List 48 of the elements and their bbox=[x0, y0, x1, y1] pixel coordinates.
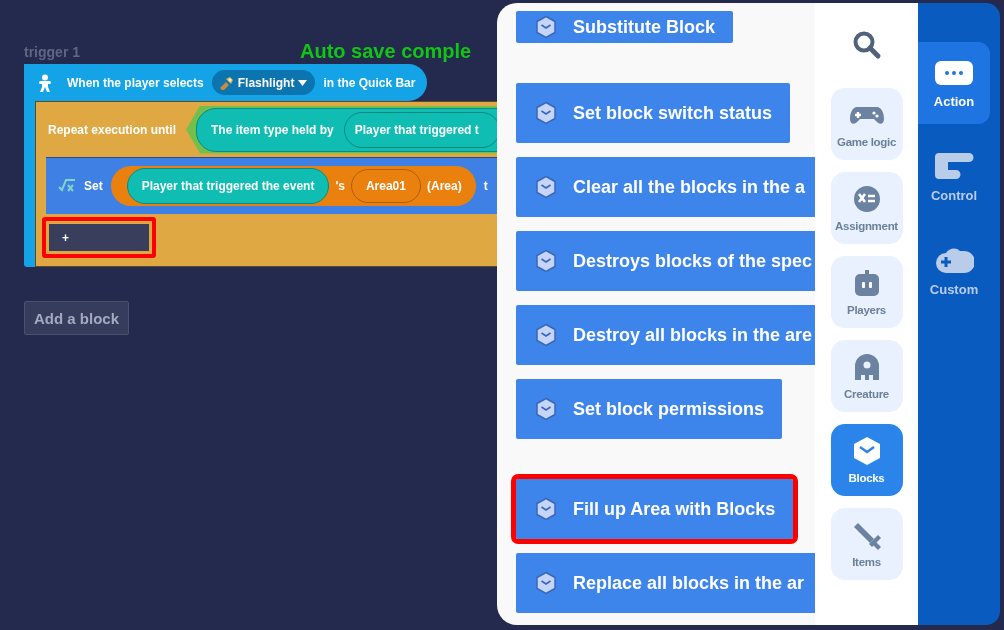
add-slot-button[interactable]: + bbox=[49, 224, 149, 251]
cube-icon bbox=[535, 175, 557, 199]
cube-icon bbox=[535, 249, 557, 273]
block-item[interactable]: Substitute Block bbox=[516, 11, 733, 43]
bracket-icon bbox=[934, 151, 974, 182]
person-icon bbox=[37, 73, 53, 92]
cube-icon bbox=[535, 571, 557, 595]
category-tab[interactable]: Creature bbox=[830, 340, 903, 412]
player-pill[interactable]: Player that triggered the event bbox=[126, 168, 330, 204]
block-item[interactable]: Clear all the blocks in the a bbox=[516, 157, 815, 217]
category-tab[interactable]: Items bbox=[830, 508, 903, 580]
condition-text: The item type held by bbox=[211, 122, 334, 137]
possessive-text: 's bbox=[335, 179, 345, 193]
cube-icon bbox=[535, 101, 557, 125]
set-text: Set bbox=[84, 179, 103, 193]
block-item[interactable]: Destroy all blocks in the are bbox=[516, 305, 815, 365]
event-text: in the Quick Bar bbox=[323, 75, 416, 90]
sidebar-tab[interactable]: Control bbox=[918, 136, 990, 218]
block-item[interactable]: Destroys blocks of the spec bbox=[516, 231, 815, 291]
category-tab[interactable]: Game logic bbox=[830, 88, 903, 160]
player-pill[interactable]: Player that triggered t bbox=[343, 111, 497, 148]
category-tab[interactable]: Players bbox=[830, 256, 903, 328]
type-text: (Area) bbox=[426, 179, 462, 193]
repeat-block[interactable]: Repeat execution until The item type held by Player that triggered t Set Player that triggered the event 's Area01 (Area) t + bbox=[35, 101, 497, 267]
repeat-text: Repeat execution until bbox=[48, 122, 177, 137]
item-dropdown[interactable]: Flashlight bbox=[211, 70, 316, 95]
block-item[interactable]: Set block permissions bbox=[516, 379, 783, 439]
search-icon[interactable] bbox=[851, 30, 882, 60]
auto-save-message: Auto save comple bbox=[300, 40, 472, 63]
cube-icon bbox=[535, 323, 557, 347]
variable-pill[interactable]: Player that triggered the event 's Area01 (Area) bbox=[110, 166, 476, 206]
event-block[interactable]: When the player selects Flashlight in the Quick Bar bbox=[24, 64, 428, 101]
block-item[interactable]: Set block switch status bbox=[516, 83, 791, 143]
set-block[interactable]: Set Player that triggered the event 's Area01 (Area) t bbox=[46, 157, 497, 214]
sidebar-tab[interactable]: Custom bbox=[918, 230, 990, 312]
caret-icon bbox=[298, 79, 308, 86]
cube-icon bbox=[535, 397, 557, 421]
variable-icon bbox=[58, 179, 76, 193]
set-text: t bbox=[483, 179, 488, 193]
sidebar-tab[interactable]: Action bbox=[918, 42, 990, 124]
cube-icon bbox=[535, 15, 557, 39]
event-text: When the player selects bbox=[67, 75, 204, 90]
category-tab[interactable]: Blocks bbox=[830, 424, 903, 496]
category-tab[interactable]: Assignment bbox=[830, 172, 903, 244]
trigger-label: trigger 1 bbox=[24, 44, 80, 60]
block-item[interactable]: Replace all blocks in the ar bbox=[516, 553, 815, 613]
cube-icon bbox=[535, 497, 557, 521]
add-block-button[interactable]: Add a block bbox=[24, 301, 129, 335]
